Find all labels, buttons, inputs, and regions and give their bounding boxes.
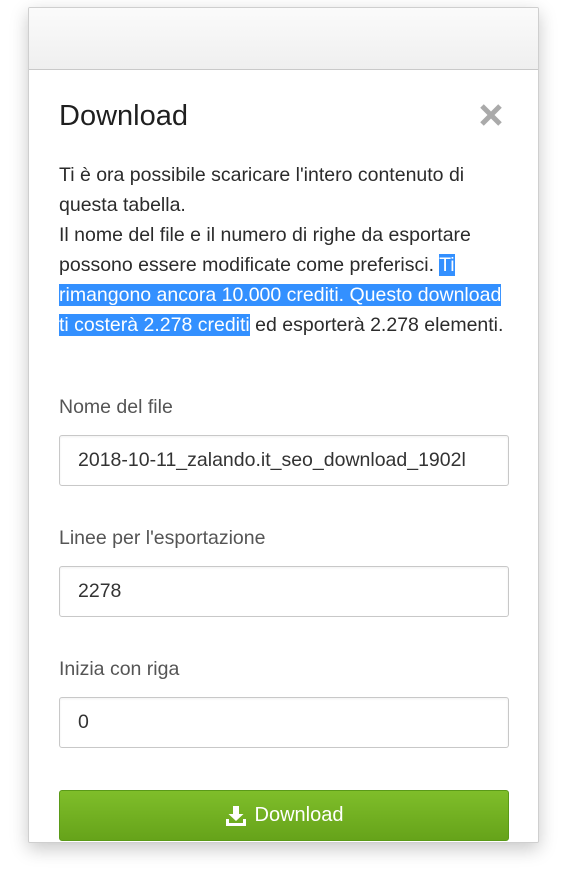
close-icon[interactable] (478, 102, 504, 128)
dialog-title: Download (59, 100, 188, 132)
download-modal: Download Ti è ora possibile scaricare l'… (29, 70, 538, 842)
dialog-window: Download Ti è ora possibile scaricare l'… (28, 7, 539, 843)
dialog-header-bar (29, 8, 538, 70)
lines-input[interactable] (59, 566, 509, 617)
filename-input[interactable] (59, 435, 509, 486)
dialog-description: Ti è ora possibile scaricare l'intero co… (59, 160, 509, 340)
description-text-2: Il nome del file e il numero di righe da… (59, 224, 471, 276)
start-row-label: Inizia con riga (59, 658, 180, 680)
download-icon (225, 805, 247, 827)
start-row-input[interactable] (59, 697, 509, 748)
description-text-3: ed esporterà 2.278 elementi. (249, 314, 504, 336)
description-text: Ti è ora possibile scaricare l'intero co… (59, 164, 465, 216)
download-button-label: Download (254, 804, 344, 826)
lines-label: Linee per l'esportazione (59, 527, 266, 549)
filename-label: Nome del file (59, 396, 173, 418)
download-button[interactable]: Download (59, 790, 509, 841)
